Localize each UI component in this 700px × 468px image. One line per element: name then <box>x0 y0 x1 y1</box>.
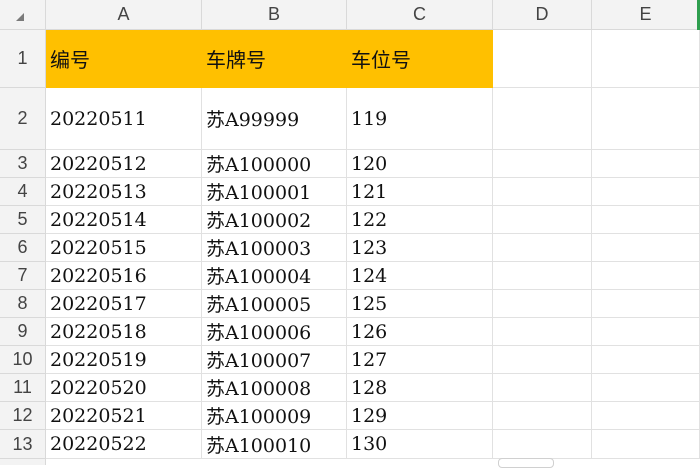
cell-d13[interactable] <box>493 430 592 459</box>
cell-b13[interactable]: 苏A100010 <box>202 430 347 459</box>
cell-b10[interactable]: 苏A100007 <box>202 346 347 374</box>
column-header-d[interactable]: D <box>493 0 592 30</box>
cell-b7[interactable]: 苏A100004 <box>202 262 347 290</box>
cell-c3[interactable]: 120 <box>347 150 493 178</box>
select-all-corner[interactable] <box>0 0 46 30</box>
cell-d1[interactable] <box>493 30 592 88</box>
cell-a9[interactable]: 20220518 <box>46 318 202 346</box>
row-header-5[interactable]: 5 <box>0 206 46 234</box>
cell-a6[interactable]: 20220515 <box>46 234 202 262</box>
cell-a4[interactable]: 20220513 <box>46 178 202 206</box>
row-header-partial <box>0 459 46 465</box>
cell-e1[interactable] <box>592 30 700 88</box>
cell-e12[interactable] <box>592 402 700 430</box>
cell-a2[interactable]: 20220511 <box>46 88 202 150</box>
cell-d11[interactable] <box>493 374 592 402</box>
cell-a11[interactable]: 20220520 <box>46 374 202 402</box>
cell-e11[interactable] <box>592 374 700 402</box>
cell-a10[interactable]: 20220519 <box>46 346 202 374</box>
cell-c11[interactable]: 128 <box>347 374 493 402</box>
cell-d6[interactable] <box>493 234 592 262</box>
cell-c10[interactable]: 127 <box>347 346 493 374</box>
cell-b1[interactable]: 车牌号 <box>202 30 347 88</box>
cell-e10[interactable] <box>592 346 700 374</box>
cell-c4[interactable]: 121 <box>347 178 493 206</box>
cell-d8[interactable] <box>493 290 592 318</box>
row-header-9[interactable]: 9 <box>0 318 46 346</box>
row-header-12[interactable]: 12 <box>0 402 46 430</box>
row-header-8[interactable]: 8 <box>0 290 46 318</box>
cell-d4[interactable] <box>493 178 592 206</box>
cell-e3[interactable] <box>592 150 700 178</box>
cell-d2[interactable] <box>493 88 592 150</box>
column-header-c[interactable]: C <box>347 0 493 30</box>
cell-a3[interactable]: 20220512 <box>46 150 202 178</box>
cell-e9[interactable] <box>592 318 700 346</box>
cell-e2[interactable] <box>592 88 700 150</box>
cell-b8[interactable]: 苏A100005 <box>202 290 347 318</box>
cell-a12[interactable]: 20220521 <box>46 402 202 430</box>
cell-c12[interactable]: 129 <box>347 402 493 430</box>
cell-a13[interactable]: 20220522 <box>46 430 202 459</box>
cell-b5[interactable]: 苏A100002 <box>202 206 347 234</box>
cell-b6[interactable]: 苏A100003 <box>202 234 347 262</box>
cell-e4[interactable] <box>592 178 700 206</box>
cell-c9[interactable]: 126 <box>347 318 493 346</box>
cell-b2[interactable]: 苏A99999 <box>202 88 347 150</box>
row-header-2[interactable]: 2 <box>0 88 46 150</box>
cell-e13[interactable] <box>592 430 700 459</box>
cell-d5[interactable] <box>493 206 592 234</box>
cell-a1[interactable]: 编号 <box>46 30 202 88</box>
row-header-6[interactable]: 6 <box>0 234 46 262</box>
cell-a7[interactable]: 20220516 <box>46 262 202 290</box>
cell-c5[interactable]: 122 <box>347 206 493 234</box>
row-header-13[interactable]: 13 <box>0 430 46 459</box>
row-header-11[interactable]: 11 <box>0 374 46 402</box>
cell-d12[interactable] <box>493 402 592 430</box>
row-header-4[interactable]: 4 <box>0 178 46 206</box>
floating-toolbar-handle[interactable] <box>498 458 554 468</box>
select-all-icon <box>16 13 24 21</box>
cell-c2[interactable]: 119 <box>347 88 493 150</box>
cell-e7[interactable] <box>592 262 700 290</box>
cell-b12[interactable]: 苏A100009 <box>202 402 347 430</box>
cell-b11[interactable]: 苏A100008 <box>202 374 347 402</box>
cell-e8[interactable] <box>592 290 700 318</box>
cell-a8[interactable]: 20220517 <box>46 290 202 318</box>
cell-e6[interactable] <box>592 234 700 262</box>
row-header-1[interactable]: 1 <box>0 30 46 88</box>
cell-e5[interactable] <box>592 206 700 234</box>
cell-a5[interactable]: 20220514 <box>46 206 202 234</box>
row-header-3[interactable]: 3 <box>0 150 46 178</box>
cell-d10[interactable] <box>493 346 592 374</box>
spreadsheet-grid: A B C D E 1 编号 车牌号 车位号 2 20220511 苏A99999 119 3 202205… <box>0 0 700 465</box>
cell-c13[interactable]: 130 <box>347 430 493 459</box>
cell-d7[interactable] <box>493 262 592 290</box>
cell-c7[interactable]: 124 <box>347 262 493 290</box>
row-header-10[interactable]: 10 <box>0 346 46 374</box>
column-header-e[interactable]: E <box>592 0 700 30</box>
cell-d3[interactable] <box>493 150 592 178</box>
cell-b3[interactable]: 苏A100000 <box>202 150 347 178</box>
column-header-b[interactable]: B <box>202 0 347 30</box>
cell-c6[interactable]: 123 <box>347 234 493 262</box>
cell-d9[interactable] <box>493 318 592 346</box>
cell-c8[interactable]: 125 <box>347 290 493 318</box>
cell-c1[interactable]: 车位号 <box>347 30 493 88</box>
column-header-a[interactable]: A <box>46 0 202 30</box>
cell-b9[interactable]: 苏A100006 <box>202 318 347 346</box>
row-header-7[interactable]: 7 <box>0 262 46 290</box>
cell-b4[interactable]: 苏A100001 <box>202 178 347 206</box>
